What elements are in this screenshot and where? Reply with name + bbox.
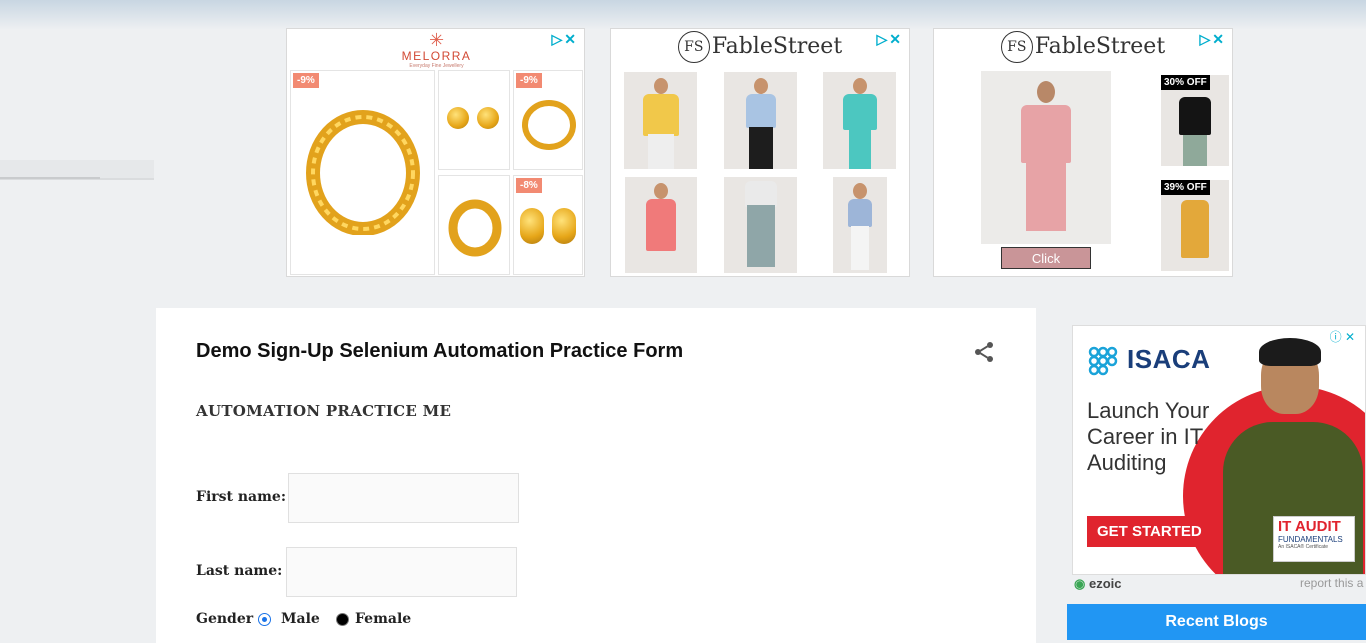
fablestreet-logo: FS FableStreet	[934, 31, 1232, 63]
report-ad-link[interactable]: report this a	[1300, 576, 1363, 590]
gender-label: Gender	[196, 611, 254, 627]
ezoic-leaf-icon: ◉	[1074, 576, 1086, 591]
featured-product-photo[interactable]	[981, 71, 1111, 244]
product-photo[interactable]: 39% OFF	[1161, 180, 1229, 271]
fablestreet-logo: FS FableStreet	[611, 31, 909, 63]
discount-badge: -9%	[293, 73, 319, 88]
click-button[interactable]: Click	[1001, 247, 1091, 269]
product-photo[interactable]	[823, 72, 896, 169]
gender-male-label[interactable]: Male	[281, 611, 320, 627]
ad-info-icon[interactable]: ⓘ ✕	[1330, 328, 1355, 345]
product-ring-cross[interactable]	[438, 175, 510, 275]
product-photo[interactable]	[624, 72, 697, 169]
product-hoop-earrings[interactable]: -8%	[513, 175, 583, 275]
left-divider	[0, 160, 154, 180]
browser-top-gradient	[0, 0, 1366, 30]
product-ring-band[interactable]: -9%	[513, 70, 583, 170]
discount-badge: -9%	[516, 73, 542, 88]
gender-female-radio[interactable]	[336, 613, 349, 626]
ezoic-logo[interactable]: ◉ ezoic	[1074, 576, 1121, 592]
discount-badge: -8%	[516, 178, 542, 193]
post-card: Demo Sign-Up Selenium Automation Practic…	[156, 308, 1036, 643]
section-subheading: AUTOMATION PRACTICE ME	[196, 402, 452, 420]
isaca-logo: ISACA	[1087, 344, 1210, 377]
ad-fablestreet-grid[interactable]: ▷✕ FS FableStreet	[610, 28, 910, 277]
product-bangle[interactable]: -9%	[290, 70, 435, 275]
post-title: Demo Sign-Up Selenium Automation Practic…	[196, 340, 684, 362]
product-earrings-flower[interactable]	[438, 70, 510, 170]
product-photo[interactable]	[833, 177, 887, 273]
ad-melorra[interactable]: ▷✕ ✳ MELORRA Everyday Fine Jewellery -9%…	[286, 28, 585, 277]
melorra-logo: ✳ MELORRA Everyday Fine Jewellery	[287, 31, 586, 69]
offer-badge: 30% OFF	[1161, 75, 1210, 90]
product-photo[interactable]: 30% OFF	[1161, 75, 1229, 166]
product-photo[interactable]	[724, 72, 797, 169]
isaca-logo-icon	[1088, 346, 1118, 376]
it-audit-badge: IT AUDIT FUNDAMENTALS An ISACA® Certific…	[1273, 516, 1355, 562]
last-name-input[interactable]	[286, 547, 517, 597]
last-name-label: Last name:	[196, 563, 283, 579]
gender-male-radio[interactable]	[258, 613, 271, 626]
get-started-button[interactable]: GET STARTED	[1087, 516, 1212, 547]
ad-isaca[interactable]: ⓘ ✕ ISACA Launch Your Career in IT Audit…	[1072, 325, 1366, 575]
melorra-star-icon: ✳	[428, 30, 445, 50]
ad-fablestreet-featured[interactable]: ▷✕ FS FableStreet 30% OFF 39% OFF Click	[933, 28, 1233, 277]
product-photo[interactable]	[625, 177, 697, 273]
first-name-label: First name:	[196, 489, 286, 505]
gender-female-label[interactable]: Female	[355, 611, 411, 627]
ad-headline: Launch Your Career in IT Auditing	[1087, 398, 1210, 475]
first-name-input[interactable]	[288, 473, 519, 523]
offer-badge: 39% OFF	[1161, 180, 1210, 195]
recent-blogs-header: Recent Blogs	[1067, 604, 1366, 640]
bangle-image	[306, 110, 420, 235]
share-icon[interactable]	[972, 340, 996, 364]
product-photo[interactable]	[724, 177, 797, 273]
